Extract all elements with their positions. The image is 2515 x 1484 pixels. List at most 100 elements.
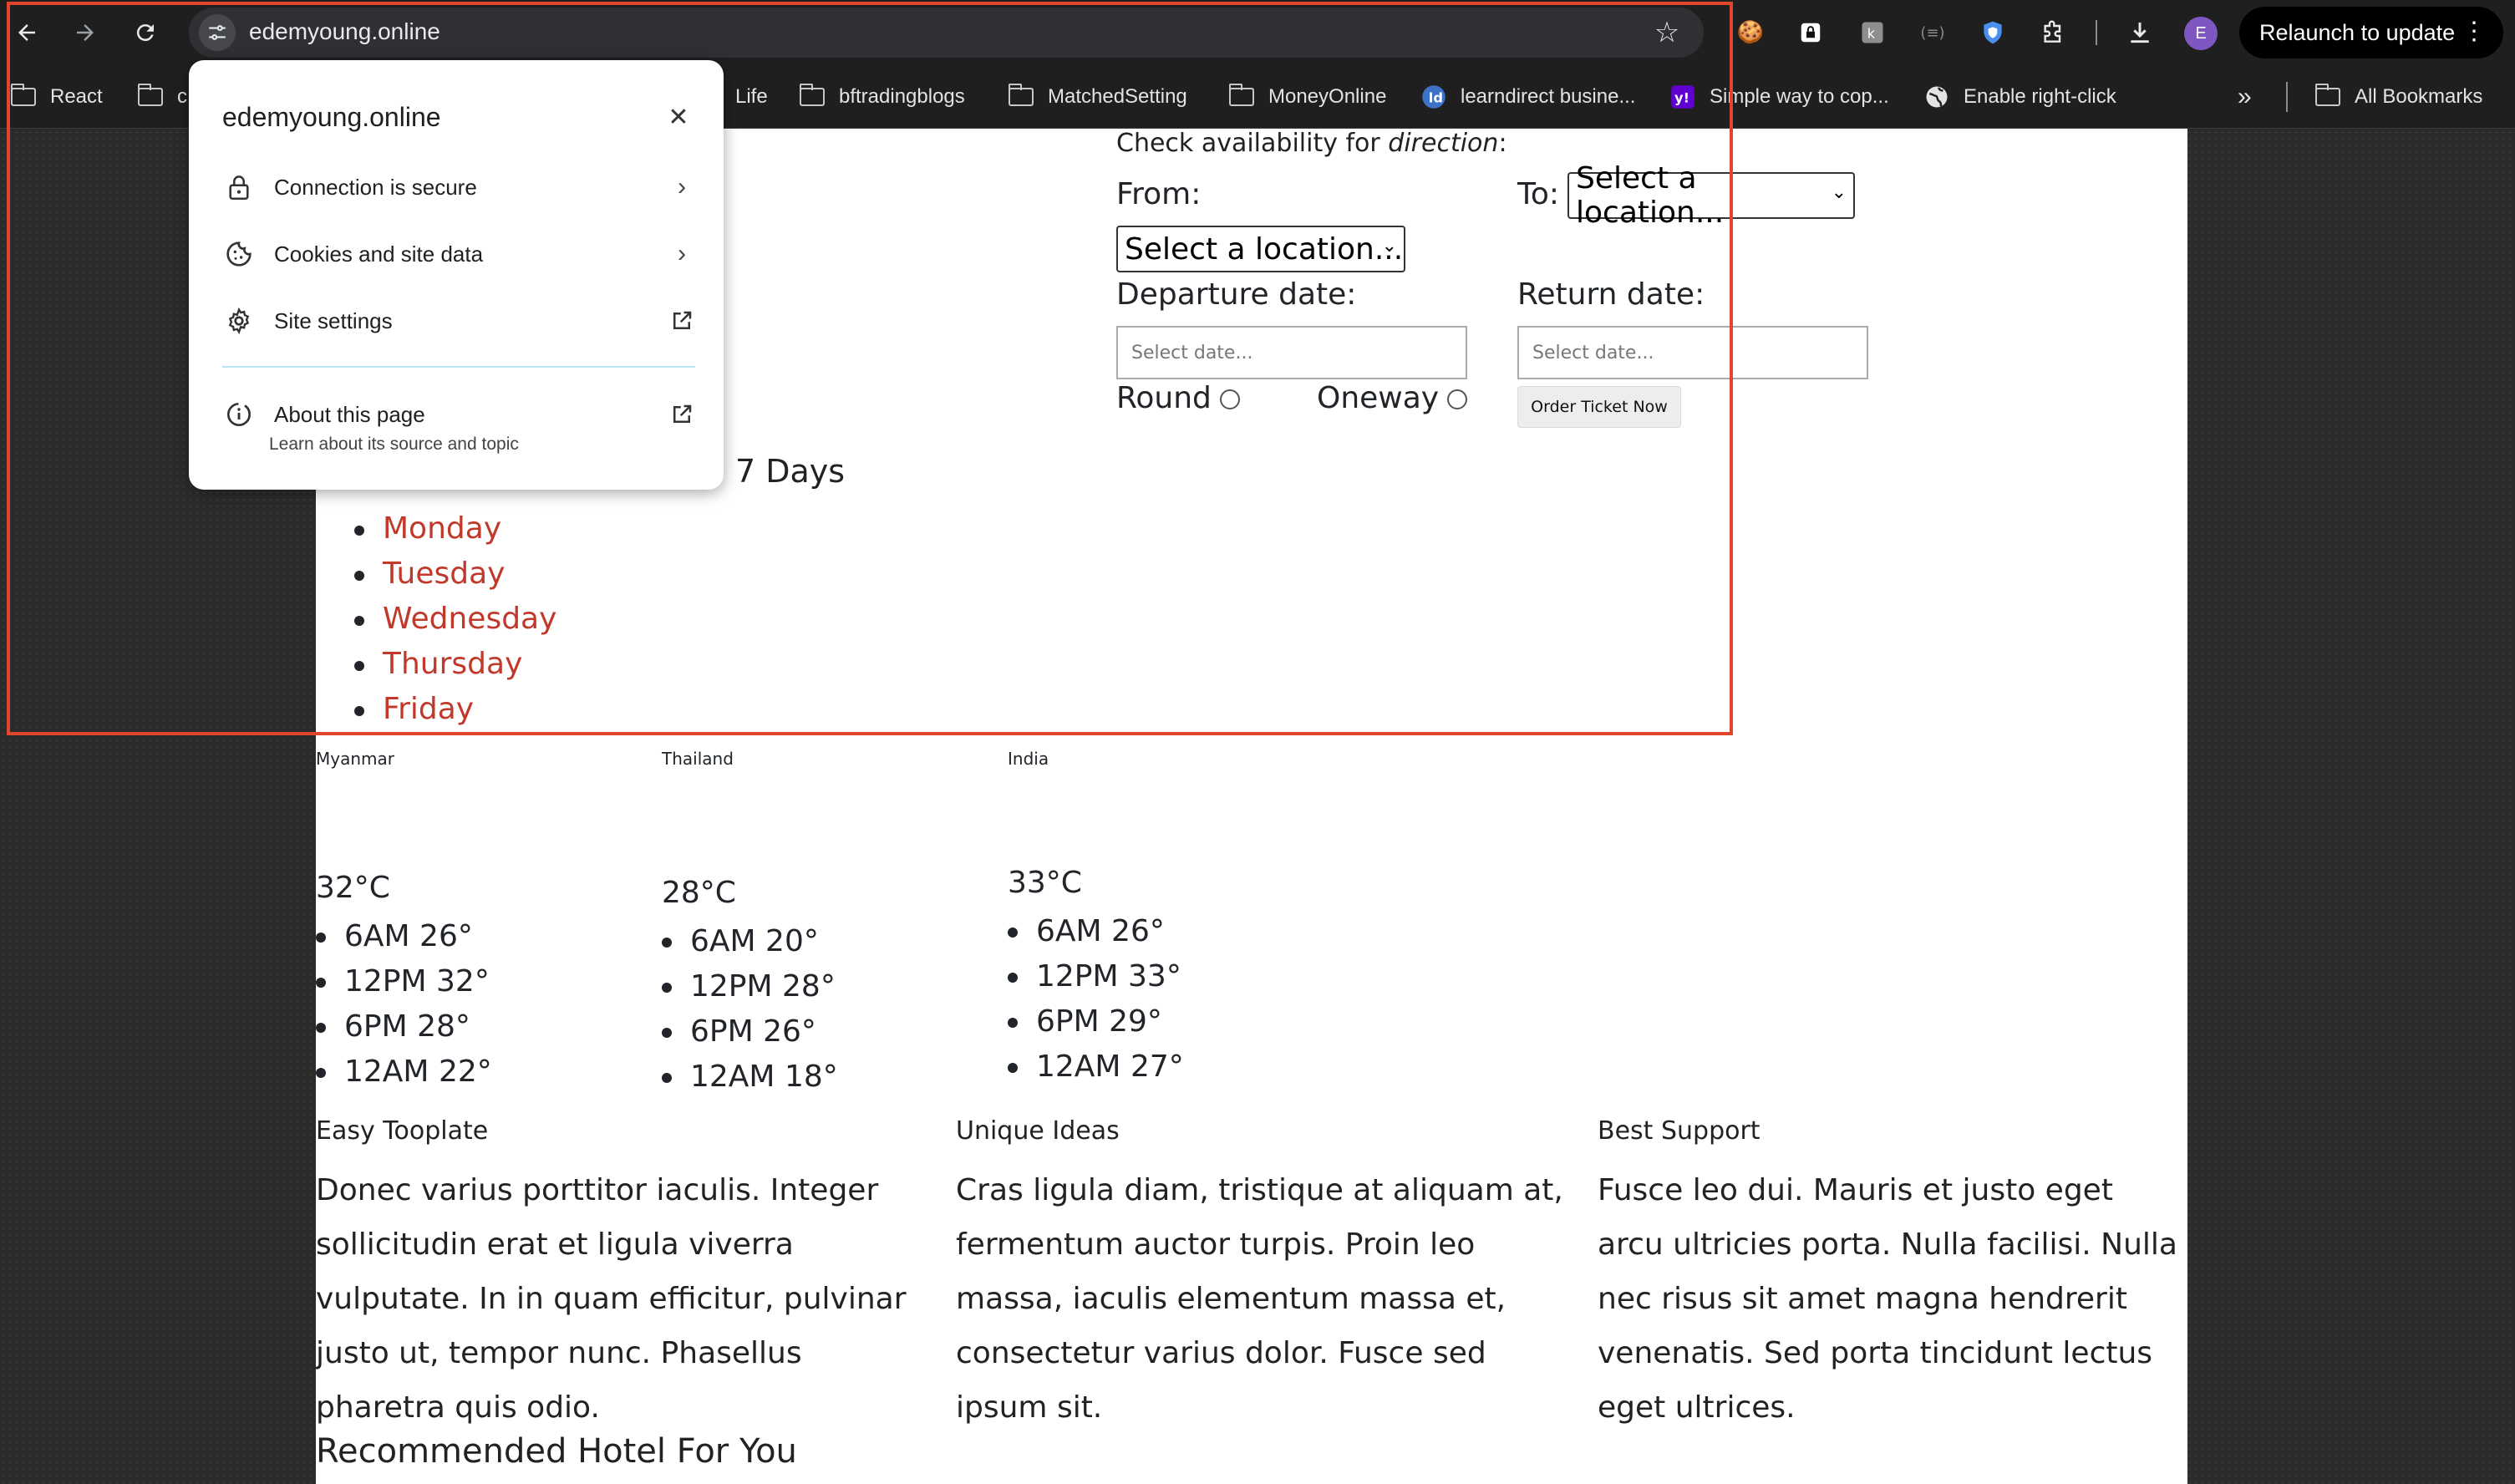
connection-secure-row[interactable]: Connection is secure ›	[222, 164, 707, 211]
weather-item: 12AM 27°	[969, 1044, 1184, 1090]
availability-prefix: Check availability for	[1116, 129, 1389, 158]
weather-country-india: India	[1008, 749, 1049, 769]
weather-item: 12AM 18°	[623, 1055, 838, 1100]
lock-extension-icon[interactable]	[1793, 15, 1828, 50]
weather-item: 12PM 33°	[969, 954, 1184, 999]
relaunch-button[interactable]: Relaunch to update ⋮	[2239, 7, 2503, 58]
more-bookmarks-chevron-icon[interactable]: »	[2238, 81, 2252, 113]
days-list: Monday Tuesday Wednesday Thursday Friday	[354, 506, 556, 732]
recommended-heading: Recommended Hotel For You	[316, 1432, 797, 1471]
profile-avatar[interactable]: E	[2184, 17, 2218, 50]
weather-item: 6PM 28°	[316, 1004, 492, 1049]
round-option[interactable]: Round	[1116, 381, 1240, 415]
chevron-down-icon: ⌄	[1381, 236, 1397, 257]
back-arrow-icon[interactable]	[3, 9, 50, 56]
reload-icon[interactable]	[122, 9, 169, 56]
chevron-right-icon: ›	[678, 173, 686, 201]
svg-text:ld: ld	[1429, 89, 1443, 105]
bookmark-react[interactable]: React	[10, 81, 103, 113]
forward-arrow-icon[interactable]	[62, 9, 109, 56]
to-select-value: Select a location...	[1576, 161, 1725, 230]
day-link-monday[interactable]: Monday	[354, 506, 556, 551]
days-heading: 7 Days	[735, 453, 846, 490]
weather-list-india: 6AM 26° 12PM 33° 6PM 29° 12AM 27°	[969, 909, 1184, 1090]
bookmark-label: MatchedSetting	[1048, 85, 1187, 108]
weather-country-myanmar: Myanmar	[316, 749, 394, 769]
bookmark-enable-right-click[interactable]: Enable right-click	[1923, 81, 2116, 113]
to-label: To:	[1517, 177, 1560, 211]
bookmark-simple-way[interactable]: y! Simple way to cop...	[1669, 81, 1889, 113]
weather-temp-myanmar: 32°C	[316, 871, 390, 905]
close-icon[interactable]: ✕	[657, 95, 700, 139]
bookmark-label: c	[177, 85, 187, 108]
feature-title-unique-ideas: Unique Ideas	[956, 1116, 1120, 1146]
code-extension-icon[interactable]: (≡)	[1915, 15, 1950, 50]
availability-em: direction	[1388, 129, 1499, 158]
cookies-label: Cookies and site data	[274, 241, 484, 267]
weather-item: 6AM 26°	[969, 909, 1184, 954]
day-link-thursday[interactable]: Thursday	[354, 642, 556, 687]
weather-list-myanmar: 6AM 26° 12PM 32° 6PM 28° 12AM 22°	[316, 914, 492, 1095]
feature-text-easy-tooplate: Donec varius porttitor iaculis. Integer …	[316, 1173, 907, 1425]
feature-text-unique-ideas: Cras ligula diam, tristique at aliquam a…	[956, 1173, 1563, 1425]
availability-suffix: :	[1498, 129, 1507, 158]
address-bar[interactable]: edemyoung.online ☆	[189, 8, 1704, 58]
bookmark-learndirect[interactable]: ld learndirect busine...	[1420, 81, 1635, 113]
cookie-extension-icon[interactable]: 🍪	[1733, 15, 1768, 50]
bookmark-label: All Bookmarks	[2355, 85, 2483, 108]
bookmarks-divider	[2286, 82, 2288, 112]
site-settings-row[interactable]: Site settings	[222, 297, 707, 344]
k-extension-icon[interactable]: k	[1855, 15, 1890, 50]
round-radio[interactable]	[1219, 389, 1240, 409]
download-icon[interactable]	[2122, 15, 2157, 50]
weather-item: 12PM 28°	[623, 964, 838, 1009]
weather-item: 6PM 26°	[623, 1009, 838, 1055]
toolbar-divider	[2096, 20, 2097, 45]
bookmark-label: MoneyOnline	[1268, 85, 1387, 108]
return-placeholder: Select date...	[1532, 342, 1654, 363]
bookmark-label: learndirect busine...	[1461, 85, 1636, 108]
bookmark-moneyonline[interactable]: MoneyOnline	[1228, 81, 1386, 113]
about-page-label: About this page	[274, 401, 425, 427]
browser-toolbar: edemyoung.online ☆ 🍪 k (≡) E Relaunch to…	[0, 0, 2515, 65]
info-icon	[222, 398, 256, 431]
oneway-option[interactable]: Oneway	[1317, 381, 1468, 415]
folder-icon	[137, 84, 164, 108]
bookmark-star-icon[interactable]: ☆	[1649, 14, 1685, 51]
oneway-label: Oneway	[1317, 381, 1440, 415]
more-menu-icon[interactable]: ⋮	[2462, 17, 2487, 46]
svg-text:k: k	[1867, 25, 1876, 41]
yahoo-icon: y!	[1669, 85, 1696, 109]
shield-extension-icon[interactable]	[1975, 15, 2010, 50]
url-text[interactable]: edemyoung.online	[249, 18, 440, 45]
departure-label: Departure date:	[1116, 277, 1357, 312]
open-in-new-icon	[665, 304, 699, 338]
site-info-icon[interactable]	[199, 14, 236, 51]
bookmark-c[interactable]: c	[137, 81, 187, 113]
day-link-tuesday[interactable]: Tuesday	[354, 551, 556, 597]
cookies-row[interactable]: Cookies and site data ›	[222, 231, 707, 277]
day-link-wednesday[interactable]: Wednesday	[354, 597, 556, 642]
extensions-puzzle-icon[interactable]	[2035, 15, 2070, 50]
order-ticket-button[interactable]: Order Ticket Now	[1517, 386, 1681, 428]
gear-icon	[222, 304, 256, 338]
weather-item: 6AM 20°	[623, 919, 838, 964]
day-link-friday[interactable]: Friday	[354, 687, 556, 732]
to-location-select[interactable]: Select a location... ⌄	[1567, 161, 1855, 230]
about-page-row[interactable]: About this page	[222, 391, 707, 438]
departure-date-input[interactable]: Select date...	[1116, 326, 1467, 379]
oneway-radio[interactable]	[1447, 389, 1468, 409]
return-label: Return date:	[1517, 277, 1705, 312]
bookmark-life[interactable]: Life	[735, 81, 768, 113]
from-select-value: Select a location...	[1125, 231, 1404, 267]
weather-temp-india: 33°C	[1008, 866, 1082, 900]
weather-item: 6PM 29°	[969, 999, 1184, 1044]
from-location-select[interactable]: Select a location... ⌄	[1116, 226, 1405, 272]
bookmark-all-bookmarks[interactable]: All Bookmarks	[2314, 81, 2482, 113]
bookmark-bftradingblogs[interactable]: bftradingblogs	[799, 81, 965, 113]
bookmark-matchedsetting[interactable]: MatchedSetting	[1008, 81, 1187, 113]
return-date-input[interactable]: Select date...	[1517, 326, 1868, 379]
popup-title: edemyoung.online	[222, 102, 441, 132]
feature-title-easy-tooplate: Easy Tooplate	[316, 1116, 489, 1146]
bookmark-label: Life	[735, 85, 768, 108]
